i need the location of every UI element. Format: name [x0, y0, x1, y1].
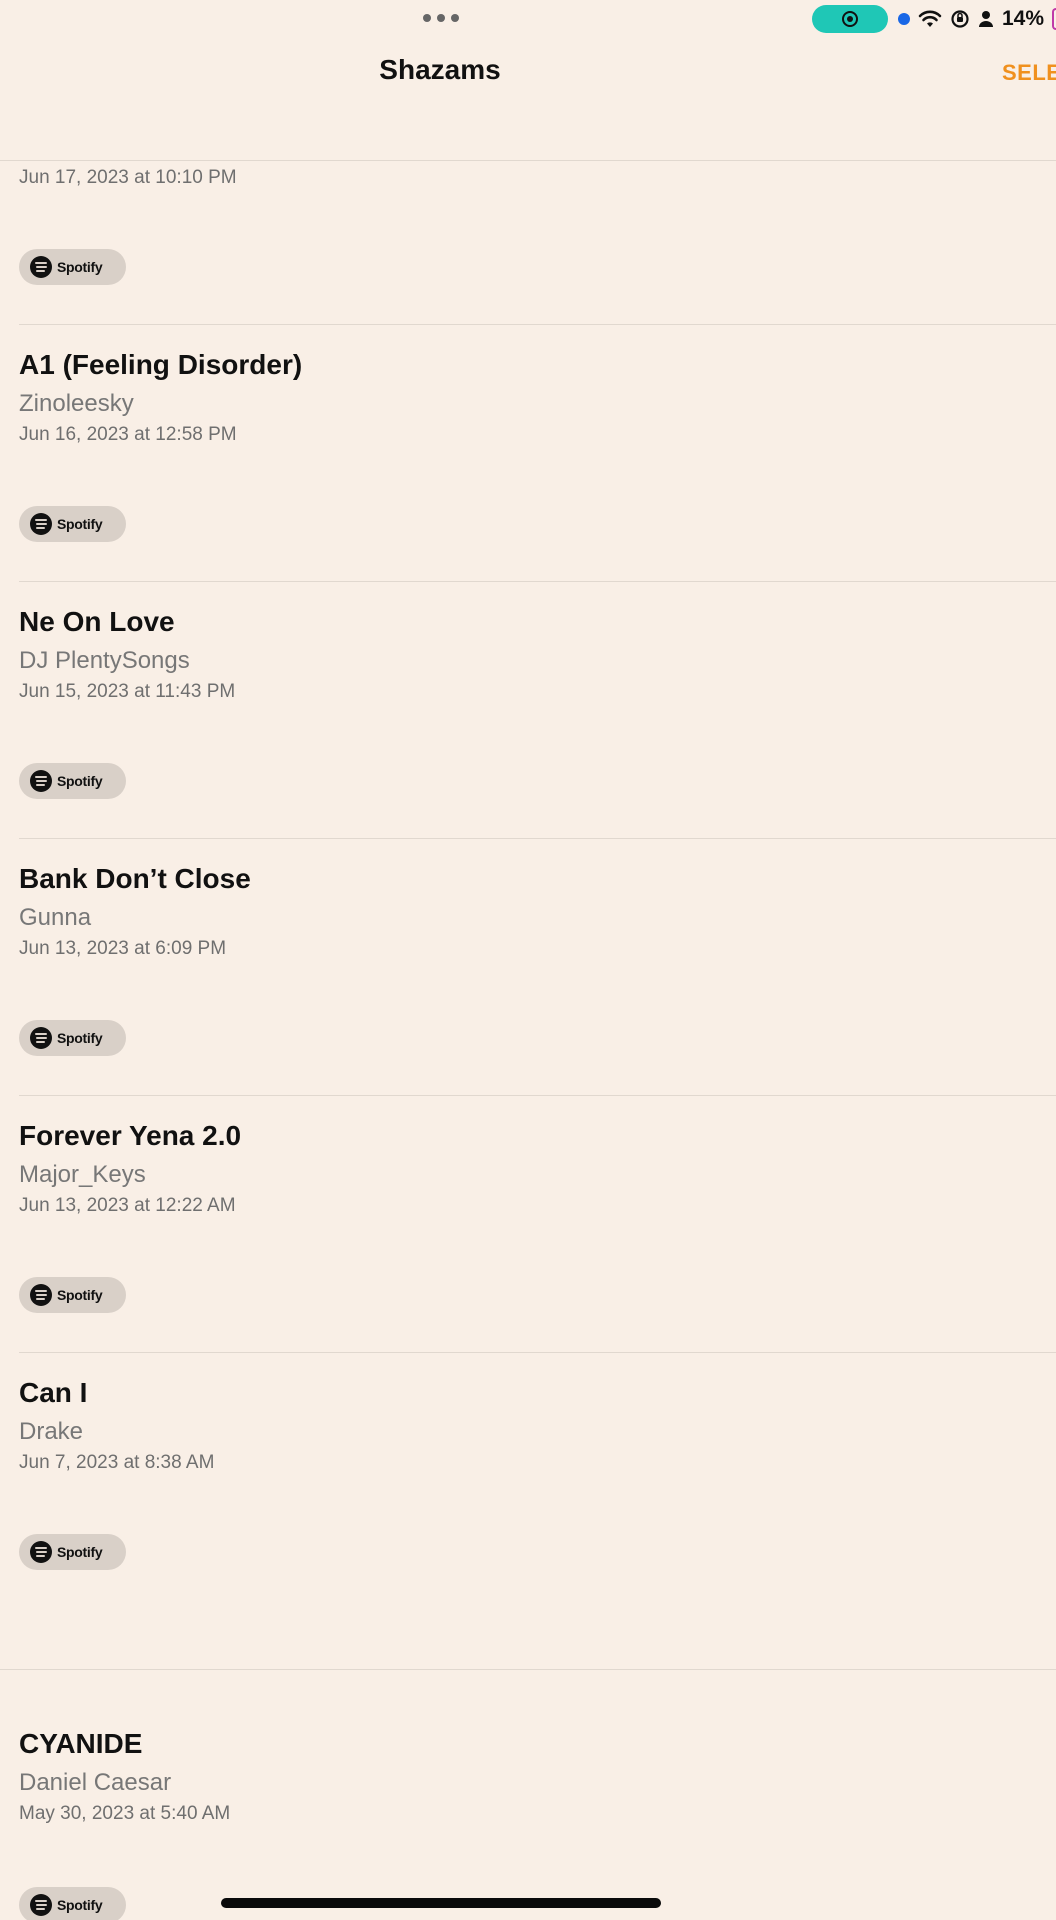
multitasking-dots-icon[interactable]	[423, 14, 459, 22]
row-divider	[19, 1352, 1056, 1353]
spotify-label: Spotify	[57, 1030, 103, 1046]
battery-icon	[1052, 8, 1056, 30]
spotify-icon	[30, 1541, 52, 1563]
location-dot-icon	[898, 13, 910, 25]
song-date: Jun 13, 2023 at 6:09 PM	[19, 938, 227, 959]
song-artist: Zinoleesky	[19, 390, 134, 417]
screen-recording-indicator[interactable]	[812, 5, 888, 33]
spotify-button[interactable]: Spotify	[19, 506, 126, 542]
song-date: Jun 13, 2023 at 12:22 AM	[19, 1195, 236, 1216]
song-title[interactable]: Forever Yena 2.0	[19, 1120, 241, 1152]
song-artist: Drake	[19, 1418, 84, 1445]
spotify-label: Spotify	[57, 773, 103, 789]
page-title: Shazams	[379, 54, 501, 85]
battery-percentage: 14%	[1002, 7, 1045, 30]
spotify-button[interactable]: Spotify	[19, 763, 126, 799]
spotify-button[interactable]: Spotify	[19, 1534, 126, 1570]
song-date: Jun 7, 2023 at 8:38 AM	[19, 1452, 215, 1473]
spotify-label: Spotify	[57, 1544, 103, 1560]
spotify-button[interactable]: Spotify	[19, 1887, 126, 1920]
home-indicator[interactable]	[221, 1898, 661, 1908]
row-divider	[19, 1095, 1056, 1096]
row-divider	[19, 838, 1056, 839]
spotify-label: Spotify	[57, 516, 103, 532]
spotify-button[interactable]: Spotify	[19, 1020, 126, 1056]
header-divider	[0, 160, 1056, 161]
song-title[interactable]: Can I	[19, 1377, 87, 1409]
song-title[interactable]: Bank Don’t Close	[19, 863, 251, 895]
spotify-button[interactable]: Spotify	[19, 1277, 126, 1313]
song-artist: Daniel Caesar	[19, 1769, 172, 1796]
song-title[interactable]: Ne On Love	[19, 606, 175, 638]
shazams-screen: 14% Shazams SELE Jun 17, 2023 at 10:10 P…	[0, 0, 1056, 1920]
song-artist: Major_Keys	[19, 1161, 146, 1188]
spotify-label: Spotify	[57, 259, 103, 275]
song-title[interactable]: CYANIDE	[19, 1728, 142, 1760]
record-icon	[842, 11, 858, 27]
spotify-button[interactable]: Spotify	[19, 249, 126, 285]
section-divider	[0, 1669, 1056, 1670]
spotify-icon	[30, 256, 52, 278]
song-artist: Gunna	[19, 904, 92, 931]
row-divider	[19, 581, 1056, 582]
spotify-icon	[30, 1894, 52, 1916]
rotation-lock-icon	[951, 10, 969, 28]
song-title[interactable]: A1 (Feeling Disorder)	[19, 349, 302, 381]
spotify-label: Spotify	[57, 1897, 103, 1913]
select-button[interactable]: SELE	[1002, 60, 1056, 86]
person-icon	[979, 11, 993, 27]
song-date: May 30, 2023 at 5:40 AM	[19, 1803, 231, 1824]
spotify-icon	[30, 1284, 52, 1306]
song-artist: DJ PlentySongs	[19, 647, 190, 674]
spotify-icon	[30, 513, 52, 535]
song-date: Jun 16, 2023 at 12:58 PM	[19, 424, 237, 445]
status-icons: 14%	[898, 6, 1056, 32]
spotify-icon	[30, 1027, 52, 1049]
wifi-icon	[918, 10, 942, 27]
song-date: Jun 17, 2023 at 10:10 PM	[19, 167, 237, 188]
song-date: Jun 15, 2023 at 11:43 PM	[19, 681, 236, 702]
row-divider	[19, 324, 1056, 325]
spotify-label: Spotify	[57, 1287, 103, 1303]
spotify-icon	[30, 770, 52, 792]
